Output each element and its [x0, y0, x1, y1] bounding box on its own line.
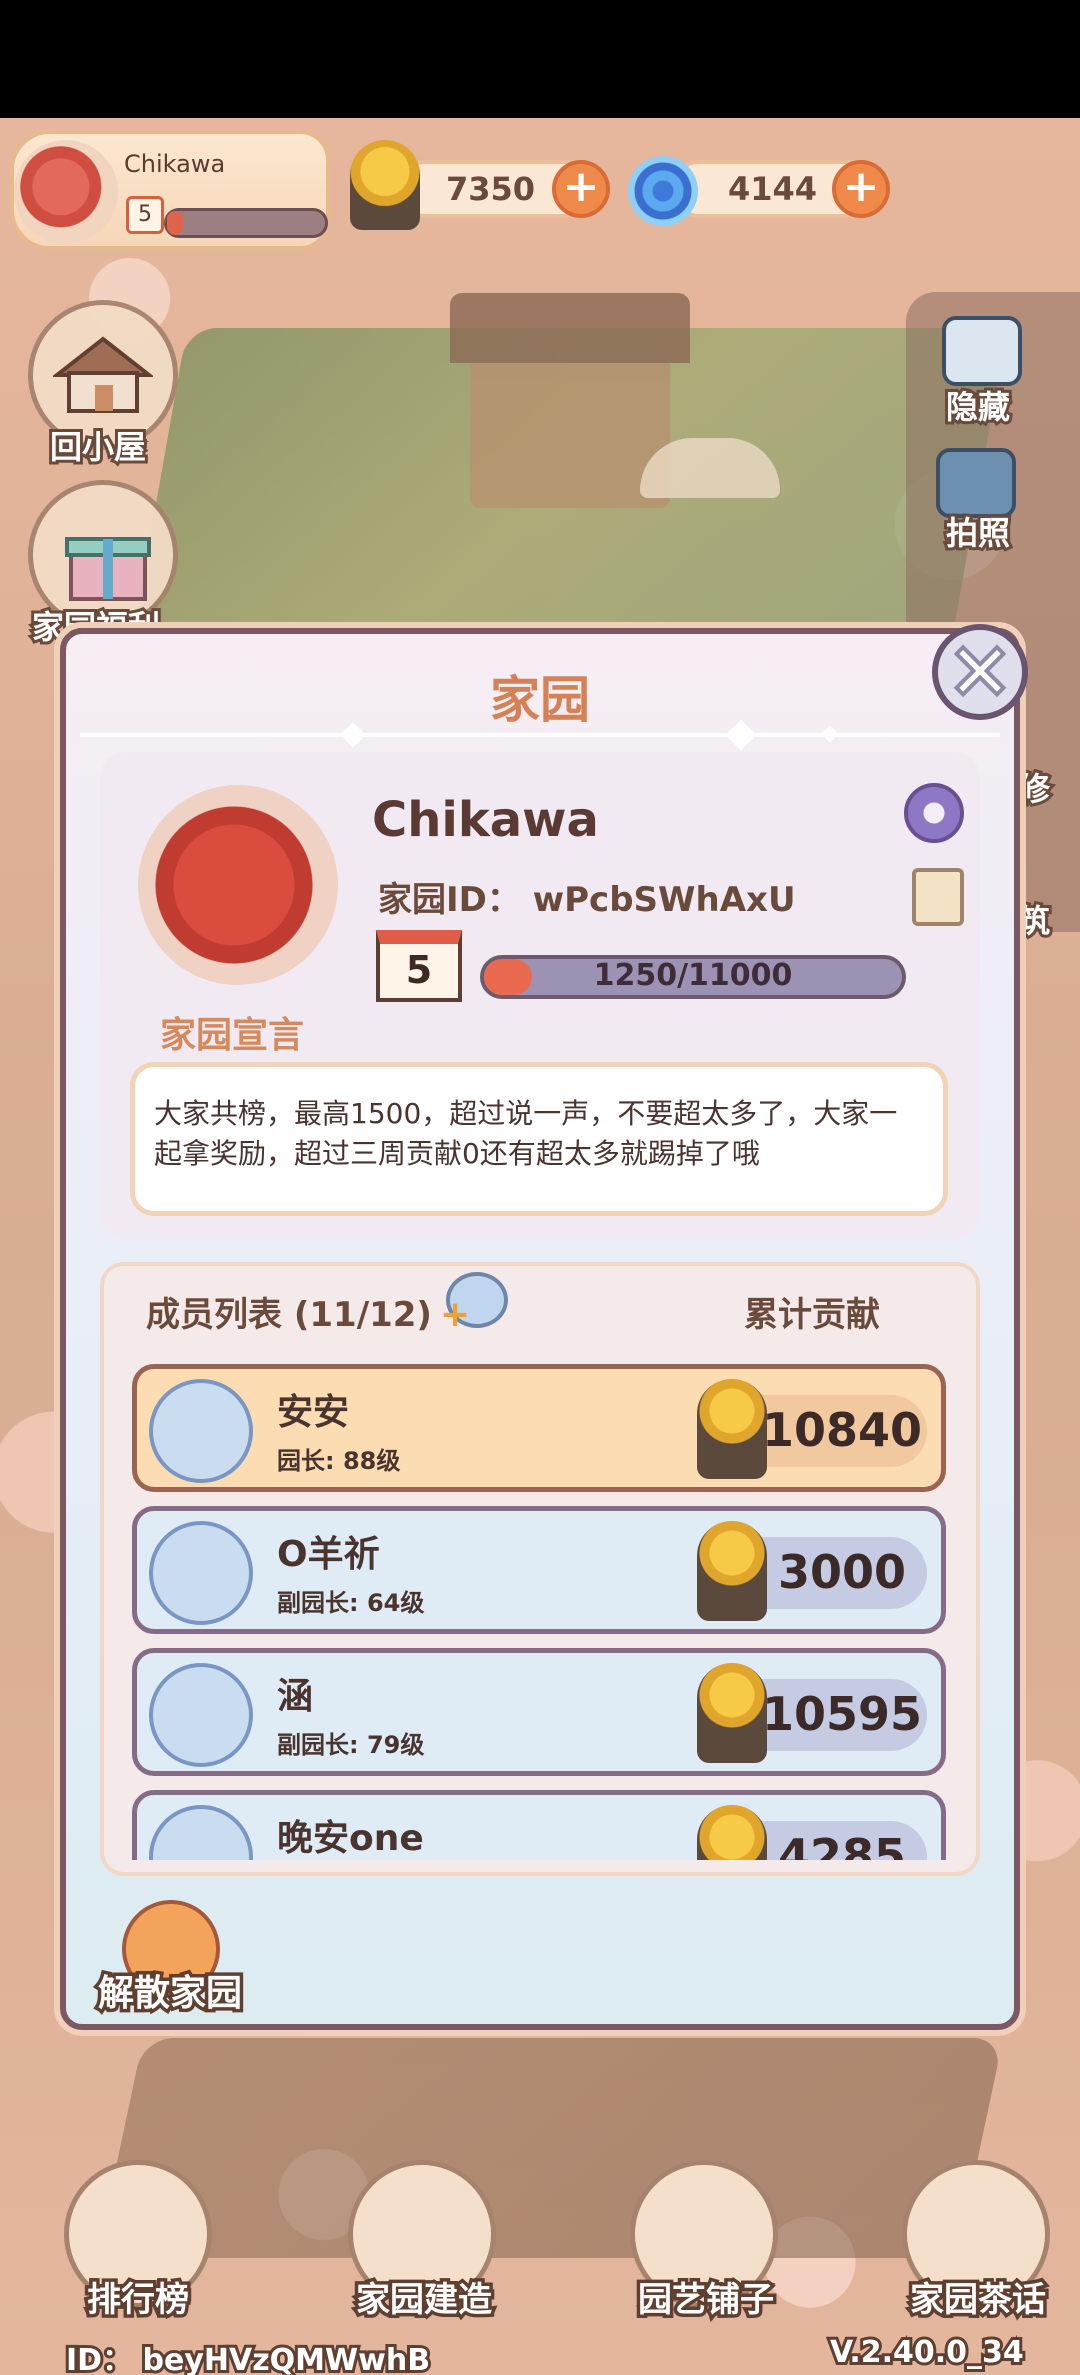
shop-label[interactable]: 园艺铺子 [596, 2272, 816, 2324]
player-level-badge: 5 [126, 196, 164, 234]
player-xp-bar [164, 208, 328, 238]
disband-button[interactable]: 解散家园 [94, 1964, 245, 2018]
member-avatar [149, 1663, 253, 1767]
declaration-label: 家园宣言 [160, 1015, 305, 1056]
player-avatar[interactable] [14, 140, 118, 244]
member-name: 安安 [277, 1392, 350, 1433]
title-divider [80, 733, 1000, 737]
garden-avatar [138, 785, 338, 985]
member-role: 副园长: 79级 [277, 1731, 425, 1759]
members-header: 成员列表 (11/12) [146, 1295, 432, 1335]
member-avatar [149, 1379, 253, 1483]
member-name: 晚安one [277, 1818, 424, 1859]
add-gems-button[interactable]: + [832, 160, 890, 218]
ranking-label[interactable]: 排行榜 [28, 2272, 248, 2324]
plus-icon[interactable]: + [440, 1297, 470, 1333]
hide-label: 隐藏 [943, 385, 1013, 429]
status-bar [0, 0, 1080, 118]
member-avatar [149, 1521, 253, 1625]
home-label: 回小屋 [47, 425, 149, 469]
player-name: Chikawa [124, 150, 226, 178]
add-coins-button[interactable]: + [552, 160, 610, 218]
gift-icon [65, 537, 151, 601]
member-name: 涵 [277, 1676, 314, 1717]
list-item[interactable]: O羊祈 副园长: 64级 3000 [132, 1506, 946, 1634]
garden-id: 家园ID： wPcbSWhAxU [378, 880, 796, 920]
version-text: V.2.40.0_34 [827, 2332, 1027, 2373]
copy-icon[interactable] [912, 868, 964, 926]
photo-label: 拍照 [943, 511, 1013, 555]
snail-coin-icon [350, 140, 420, 230]
declaration-text: 大家共榜，最高1500，超过说一声，不要超太多了，大家一起拿奖励，超过三周贡献0… [154, 1097, 898, 1170]
build-label[interactable]: 家园建造 [314, 2272, 534, 2324]
garden-level-badge: 5 [376, 930, 462, 1002]
build-label: 筑 [1015, 899, 1053, 943]
member-role: 园长: 88级 [277, 1447, 401, 1475]
member-contribution: 3000 [777, 1545, 907, 1599]
contribution-header: 累计贡献 [744, 1295, 880, 1335]
player-xp-fill [167, 211, 183, 235]
repair-label: 修 [1015, 767, 1053, 811]
member-list[interactable]: 安安 园长: 88级 10840 O羊祈 副园长: 64级 3000 涵 副园长… [104, 1340, 976, 1860]
modal-title: 家园 [490, 671, 590, 729]
lower-plot [96, 2038, 1004, 2258]
swirl-gem-icon [628, 156, 698, 226]
member-contribution: 10595 [761, 1687, 923, 1741]
list-item[interactable]: 晚安one 4285 [132, 1790, 946, 1860]
list-item[interactable]: 涵 副园长: 79级 10595 [132, 1648, 946, 1776]
close-button[interactable]: × [932, 624, 1028, 720]
gear-icon[interactable] [904, 783, 964, 843]
user-id: ID： beyHVzQMWwhB [63, 2340, 433, 2375]
member-name: O羊祈 [277, 1534, 380, 1575]
member-avatar [149, 1805, 253, 1860]
gem-amount: 4144 [728, 170, 818, 208]
member-contribution: 4285 [777, 1829, 907, 1860]
chat-label[interactable]: 家园茶话 [868, 2272, 1080, 2324]
garden-xp-text: 1250/11000 [593, 958, 793, 993]
house-icon [53, 336, 153, 413]
member-contribution: 10840 [761, 1403, 923, 1457]
coin-amount: 7350 [446, 170, 536, 208]
hide-icon[interactable] [942, 316, 1022, 386]
garden-name: Chikawa [372, 792, 599, 848]
list-item[interactable]: 安安 园长: 88级 10840 [132, 1364, 946, 1492]
member-role: 副园长: 64级 [277, 1589, 425, 1617]
